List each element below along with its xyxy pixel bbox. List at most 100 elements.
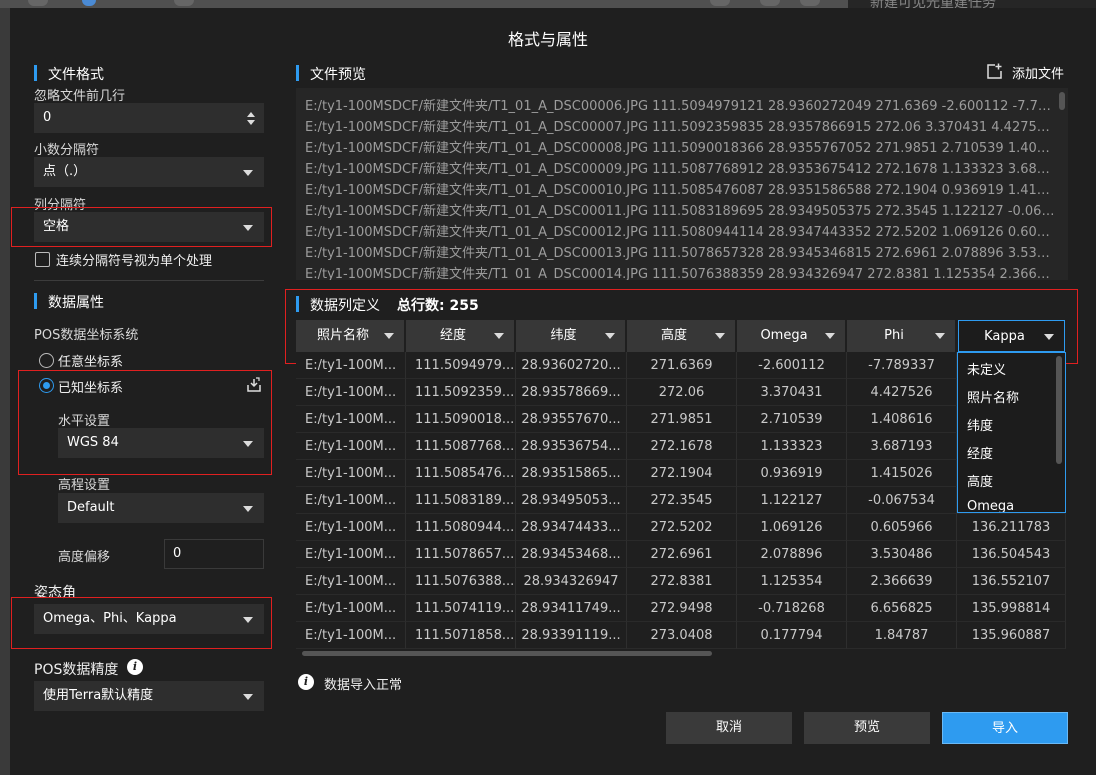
column-header-select[interactable]: 高度 bbox=[627, 320, 737, 352]
table-cell: 28.93578669... bbox=[516, 379, 627, 406]
preview-line: E:/ty1-100MSDCF/新建文件夹/T1_01_A_DSC00012.J… bbox=[305, 225, 1057, 240]
table-cell: 28.93557670... bbox=[516, 406, 627, 433]
highlight-box-known-coord bbox=[18, 370, 272, 475]
dropdown-option[interactable]: 照片名称 bbox=[967, 387, 1019, 406]
table-cell: 111.5083189... bbox=[406, 487, 516, 514]
table-cell: 28.93453468... bbox=[516, 541, 627, 568]
file-preview-title: 文件预览 bbox=[310, 67, 366, 83]
elevation-setting-select[interactable]: Default bbox=[58, 493, 264, 523]
table-cell: 1.069126 bbox=[737, 514, 847, 541]
table-cell: 6.656825 bbox=[847, 595, 957, 622]
info-icon[interactable]: i bbox=[127, 659, 143, 675]
table-cell: 111.5071858... bbox=[406, 622, 516, 649]
file-format-title: 文件格式 bbox=[48, 67, 104, 83]
chevron-down-icon bbox=[243, 506, 253, 512]
column-header-label: 纬度 bbox=[550, 328, 577, 343]
table-cell: 111.5080944... bbox=[406, 514, 516, 541]
spinner-up-icon[interactable] bbox=[247, 112, 255, 117]
chevron-down-icon bbox=[494, 333, 504, 339]
preview-line: E:/ty1-100MSDCF/新建文件夹/T1_01_A_DSC00010.J… bbox=[305, 183, 1057, 198]
dropdown-scrollbar[interactable] bbox=[1056, 356, 1062, 464]
height-offset-value: 0 bbox=[173, 546, 182, 561]
table-cell: 273.0408 bbox=[627, 622, 737, 649]
dropdown-option[interactable]: 纬度 bbox=[967, 415, 993, 434]
add-file-icon bbox=[986, 63, 1002, 79]
column-header-label: 经度 bbox=[439, 328, 466, 343]
section-marker bbox=[296, 65, 299, 81]
column-header-select[interactable]: Omega bbox=[737, 320, 847, 352]
table-cell: E:/ty1-100M... bbox=[296, 541, 406, 568]
section-marker bbox=[34, 293, 37, 309]
divider bbox=[34, 280, 264, 281]
table-cell: 111.5092359... bbox=[406, 379, 516, 406]
skip-lines-value: 0 bbox=[43, 110, 52, 125]
preview-line: E:/ty1-100MSDCF/新建文件夹/T1_01_A_DSC00006.J… bbox=[305, 99, 1057, 114]
table-cell: 28.93411749... bbox=[516, 595, 627, 622]
table-cell: 1.84787 bbox=[847, 622, 957, 649]
table-cell: E:/ty1-100M... bbox=[296, 460, 406, 487]
info-icon: i bbox=[298, 674, 314, 690]
coord-system-label: POS数据坐标系统 bbox=[34, 328, 139, 343]
table-cell: 2.366639 bbox=[847, 568, 957, 595]
add-file-button[interactable]: 添加文件 bbox=[986, 62, 1066, 82]
decimal-separator-value: 点（.） bbox=[43, 164, 87, 179]
table-cell: E:/ty1-100M... bbox=[296, 433, 406, 460]
table-cell: 136.211783 bbox=[957, 514, 1066, 541]
table-cell: -7.789337 bbox=[847, 352, 957, 379]
merge-separators-checkbox[interactable] bbox=[35, 252, 50, 267]
decimal-separator-select[interactable]: 点（.） bbox=[34, 157, 264, 187]
table-cell: E:/ty1-100M... bbox=[296, 352, 406, 379]
table-cell: 1.122127 bbox=[737, 487, 847, 514]
elevation-setting-value: Default bbox=[67, 500, 115, 515]
dropdown-option[interactable]: 高度 bbox=[967, 471, 993, 490]
spinner-down-icon[interactable] bbox=[247, 120, 255, 125]
table-cell: 271.6369 bbox=[627, 352, 737, 379]
table-cell: -0.718268 bbox=[737, 595, 847, 622]
column-header-select[interactable]: 照片名称 bbox=[296, 320, 406, 352]
status-message: 数据导入正常 bbox=[324, 678, 403, 693]
dropdown-option[interactable]: 未定义 bbox=[967, 359, 1006, 378]
table-cell: E:/ty1-100M... bbox=[296, 379, 406, 406]
column-header-select[interactable]: 经度 bbox=[406, 320, 516, 352]
height-offset-label: 高度偏移 bbox=[58, 550, 111, 565]
table-cell: 28.93536754... bbox=[516, 433, 627, 460]
preview-line: E:/ty1-100MSDCF/新建文件夹/T1_01_A_DSC00011.J… bbox=[305, 204, 1057, 219]
table-cell: 0.936919 bbox=[737, 460, 847, 487]
height-offset-input[interactable]: 0 bbox=[164, 539, 264, 569]
table-cell: 28.93391119... bbox=[516, 622, 627, 649]
table-cell: E:/ty1-100M... bbox=[296, 595, 406, 622]
file-preview-text[interactable]: E:/ty1-100MSDCF/新建文件夹/T1_01_A_DSC00006.J… bbox=[296, 88, 1068, 280]
background-toolbar-icon bbox=[800, 0, 820, 6]
table-cell: 1.415026 bbox=[847, 460, 957, 487]
preview-line: E:/ty1-100MSDCF/新建文件夹/T1_01_A_DSC00009.J… bbox=[305, 162, 1057, 177]
table-cell: 28.934326947 bbox=[516, 568, 627, 595]
cancel-button[interactable]: 取消 bbox=[666, 712, 792, 744]
add-file-label: 添加文件 bbox=[1012, 67, 1065, 82]
pos-precision-value: 使用Terra默认精度 bbox=[43, 688, 154, 703]
table-cell: -0.067534 bbox=[847, 487, 957, 514]
merge-separators-label: 连续分隔符号视为单个处理 bbox=[56, 254, 213, 269]
table-cell: 1.125354 bbox=[737, 568, 847, 595]
dropdown-option[interactable]: 经度 bbox=[967, 443, 993, 462]
column-header-select[interactable]: 纬度 bbox=[516, 320, 627, 352]
import-button[interactable]: 导入 bbox=[942, 712, 1068, 744]
dropdown-option[interactable]: Omega bbox=[967, 499, 1014, 512]
table-cell: E:/ty1-100M... bbox=[296, 514, 406, 541]
column-header-select[interactable]: Phi bbox=[847, 320, 957, 352]
table-cell: 111.5078657... bbox=[406, 541, 516, 568]
table-cell: 272.9498 bbox=[627, 595, 737, 622]
table-cell: 4.427526 bbox=[847, 379, 957, 406]
table-cell: 0.177794 bbox=[737, 622, 847, 649]
preview-scrollbar[interactable] bbox=[1059, 92, 1065, 110]
table-cell: 28.93515865... bbox=[516, 460, 627, 487]
radio-any-coord[interactable] bbox=[39, 353, 54, 368]
table-cell: 111.5094979... bbox=[406, 352, 516, 379]
column-type-dropdown[interactable]: 未定义 照片名称 纬度 经度 高度 Omega bbox=[957, 352, 1066, 513]
column-header-select[interactable]: Kappa bbox=[958, 320, 1065, 352]
elevation-setting-label: 高程设置 bbox=[58, 478, 111, 493]
table-horizontal-scrollbar[interactable] bbox=[302, 651, 712, 656]
pos-precision-select[interactable]: 使用Terra默认精度 bbox=[34, 681, 264, 711]
preview-button[interactable]: 预览 bbox=[804, 712, 930, 744]
skip-lines-input[interactable]: 0 bbox=[34, 103, 264, 133]
table-cell: 1.133323 bbox=[737, 433, 847, 460]
